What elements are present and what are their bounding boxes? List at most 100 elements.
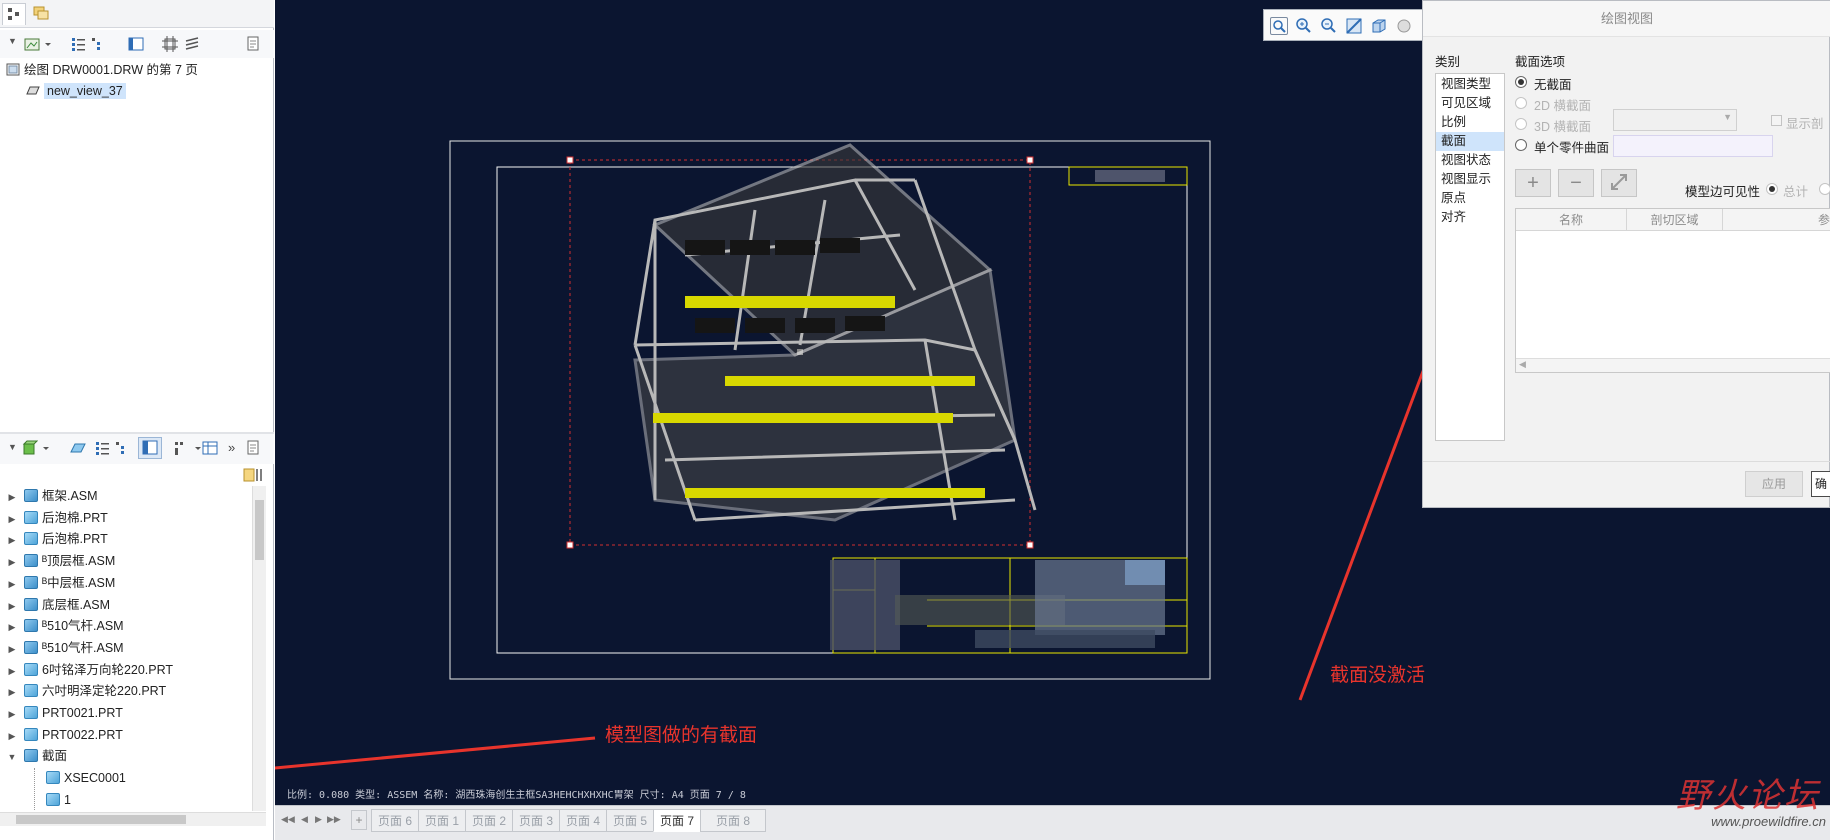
3d-section-radio[interactable] — [1515, 118, 1527, 130]
layer-tab[interactable] — [30, 3, 54, 25]
expand-arrow-icon[interactable]: ▶ — [6, 639, 18, 660]
tree-item[interactable]: ▶ ᴮ顶层框.ASM — [6, 551, 115, 572]
2d-section-radio[interactable] — [1515, 97, 1527, 109]
tree-view-item[interactable]: new_view_37 — [26, 81, 126, 102]
tree-item[interactable]: ▼ 截面 — [6, 746, 67, 767]
settings-doc-icon[interactable] — [246, 36, 262, 52]
tree-expand-icon[interactable] — [114, 440, 130, 456]
table-icon[interactable] — [202, 440, 218, 456]
scroll-thumb[interactable] — [16, 815, 186, 824]
tree-item[interactable]: ▶ 6吋铭泽万向轮220.PRT — [6, 660, 173, 681]
last-page-icon[interactable]: ▶▶ — [327, 814, 341, 825]
category-item[interactable]: 视图状态 — [1436, 151, 1504, 170]
filter-icon[interactable] — [174, 440, 190, 456]
page-tab[interactable]: 页面 3 — [512, 809, 560, 832]
edge-quilt-radio[interactable] — [1819, 183, 1830, 195]
tree-item[interactable]: ▶ 六吋明泽定轮220.PRT — [6, 681, 166, 702]
expand-arrow-icon[interactable]: ▶ — [6, 704, 18, 725]
category-item[interactable]: 截面 — [1436, 132, 1504, 151]
remove-section-button[interactable]: − — [1558, 169, 1594, 197]
expand-arrow-icon[interactable]: ▶ — [6, 487, 18, 508]
list-tree-icon[interactable] — [94, 440, 110, 456]
page-tab[interactable]: 页面 8 — [700, 809, 766, 832]
tree-item[interactable]: ▶ PRT0021.PRT — [6, 703, 123, 724]
saved-views-icon[interactable] — [1395, 17, 1413, 35]
collapse-arrow-icon[interactable]: ▼ — [6, 747, 18, 768]
expand-arrow-icon[interactable]: ▶ — [6, 617, 18, 638]
view-icon[interactable] — [24, 36, 40, 52]
zoom-in-icon[interactable] — [1295, 17, 1313, 35]
next-page-icon[interactable]: ▶ — [315, 814, 322, 825]
columns-toggle[interactable] — [138, 437, 162, 459]
expand-arrow-icon[interactable]: ▶ — [6, 682, 18, 703]
expand-arrow-icon[interactable]: ▶ — [6, 661, 18, 682]
tree-item[interactable]: ▶ ᴮ510气杆.ASM — [6, 616, 124, 637]
zoom-out-icon[interactable] — [1320, 17, 1338, 35]
section-table[interactable]: 名称 剖切区域 参 ◀ — [1515, 208, 1830, 373]
edge-total-radio[interactable] — [1766, 183, 1778, 195]
page-tab[interactable]: 页面 4 — [559, 809, 607, 832]
show-checkbox[interactable] — [1771, 115, 1782, 126]
tree-item[interactable]: ▶ 底层框.ASM — [6, 595, 110, 616]
model-tree-tab[interactable] — [2, 3, 26, 25]
page-tab[interactable]: 页面 6 — [371, 809, 419, 832]
collapse-icon[interactable]: ▼ — [8, 442, 17, 452]
horizontal-scrollbar[interactable] — [0, 812, 266, 826]
expand-arrow-icon[interactable]: ▶ — [6, 726, 18, 747]
scroll-left-icon[interactable]: ◀ — [1519, 359, 1526, 370]
column-settings-icon[interactable] — [242, 466, 266, 484]
refit-icon[interactable] — [1270, 17, 1288, 35]
page-tab[interactable]: 页面 7 — [653, 809, 701, 832]
col-param[interactable]: 参 — [1723, 209, 1830, 231]
add-section-button[interactable]: + — [1515, 169, 1551, 197]
add-page-button[interactable]: + — [351, 810, 367, 830]
section-item[interactable]: XSEC0001 — [46, 768, 126, 789]
tree-item[interactable]: ▶ ᴮ510气杆.ASM — [6, 638, 124, 659]
page-tab[interactable]: 页面 1 — [418, 809, 466, 832]
sheets-icon[interactable] — [184, 36, 200, 52]
assembly-icon[interactable] — [22, 440, 38, 456]
page-tab[interactable]: 页面 5 — [606, 809, 654, 832]
col-name[interactable]: 名称 — [1516, 209, 1627, 231]
section-item[interactable]: 1 — [46, 790, 71, 811]
dropdown-arrow-icon[interactable] — [44, 36, 52, 52]
repaint-icon[interactable] — [1345, 17, 1363, 35]
settings-doc-icon[interactable] — [246, 440, 262, 456]
page-tab[interactable]: 页面 2 — [465, 809, 513, 832]
category-item[interactable]: 视图显示 — [1436, 170, 1504, 189]
expand-arrow-icon[interactable]: ▶ — [6, 530, 18, 551]
category-item[interactable]: 对齐 — [1436, 208, 1504, 227]
surface-collector[interactable] — [1613, 135, 1773, 157]
tree-item[interactable]: ▶ PRT0022.PRT — [6, 725, 123, 746]
expand-arrow-icon[interactable]: ▶ — [6, 552, 18, 573]
list-tree-icon[interactable] — [70, 36, 86, 52]
vertical-scrollbar[interactable] — [252, 486, 266, 811]
tree-root-item[interactable]: 绘图 DRW0001.DRW 的第 7 页 — [6, 60, 198, 81]
expand-arrow-icon[interactable]: ▶ — [6, 596, 18, 617]
first-page-icon[interactable]: ◀◀ — [281, 814, 295, 825]
expand-arrow-icon[interactable]: ▶ — [6, 574, 18, 595]
ok-button[interactable]: 确 — [1811, 471, 1830, 497]
more-icon[interactable]: » — [228, 440, 235, 455]
category-item[interactable]: 可见区域 — [1436, 94, 1504, 113]
expand-arrow-icon[interactable]: ▶ — [6, 509, 18, 530]
dropdown-arrow-icon[interactable] — [194, 440, 202, 456]
dropdown-arrow-icon[interactable] — [42, 440, 50, 456]
scroll-thumb[interactable] — [255, 500, 264, 560]
tree-item[interactable]: ▶ 框架.ASM — [6, 486, 98, 507]
frame-icon[interactable] — [162, 36, 178, 52]
category-item[interactable]: 原点 — [1436, 189, 1504, 208]
flip-section-button[interactable] — [1601, 169, 1637, 197]
single-surface-radio[interactable] — [1515, 139, 1527, 151]
prev-page-icon[interactable]: ◀ — [301, 814, 308, 825]
no-section-radio[interactable] — [1515, 76, 1527, 88]
tree-item[interactable]: ▶ ᴮ中层框.ASM — [6, 573, 115, 594]
tree-expand-icon[interactable] — [90, 36, 106, 52]
table-scrollbar[interactable]: ◀ — [1516, 358, 1830, 372]
feature-icon[interactable] — [70, 440, 86, 456]
col-cut-area[interactable]: 剖切区域 — [1627, 209, 1723, 231]
apply-button[interactable]: 应用 — [1745, 471, 1803, 497]
collapse-icon[interactable]: ▼ — [8, 36, 17, 46]
display-style-icon[interactable] — [1370, 17, 1388, 35]
tree-item[interactable]: ▶ 后泡棉.PRT — [6, 529, 108, 550]
